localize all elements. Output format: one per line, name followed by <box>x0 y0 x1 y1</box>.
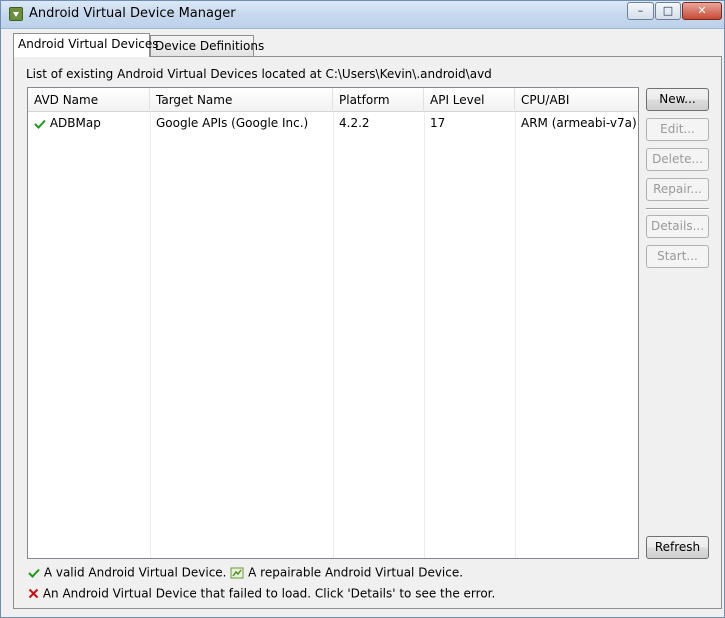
delete-button[interactable]: Delete... <box>646 148 709 171</box>
new-button[interactable]: New... <box>646 88 709 111</box>
legend-failed-text: An Android Virtual Device that failed to… <box>42 586 496 601</box>
cell-platform: 4.2.2 <box>339 116 370 130</box>
column-header-avd-name[interactable]: AVD Name <box>28 88 150 112</box>
details-button[interactable]: Details... <box>646 215 709 238</box>
legend-repairable-text: A repairable Android Virtual Device. <box>248 565 464 580</box>
avd-panel: List of existing Android Virtual Devices… <box>13 56 722 609</box>
start-button[interactable]: Start... <box>646 245 709 268</box>
refresh-button[interactable]: Refresh <box>646 536 709 559</box>
column-header-api-level[interactable]: API Level <box>424 88 515 112</box>
cell-target-name: Google APIs (Google Inc.) <box>156 116 309 130</box>
column-header-platform[interactable]: Platform <box>333 88 424 112</box>
cell-avd-name: ADBMap <box>28 112 150 134</box>
legend-row-failed: An Android Virtual Device that failed to… <box>28 586 495 601</box>
cell-cpu-abi: ARM (armeabi-v7a) <box>521 116 637 130</box>
table-header: AVD Name Target Name Platform API Level … <box>28 88 638 112</box>
repair-button[interactable]: Repair... <box>646 178 709 201</box>
window-title: Android Virtual Device Manager <box>29 6 236 21</box>
edit-button[interactable]: Edit... <box>646 118 709 141</box>
legend-valid-text: A valid Android Virtual Device. <box>43 565 227 580</box>
failed-x-icon <box>28 588 39 599</box>
valid-check-icon <box>28 568 40 578</box>
button-separator <box>646 208 709 210</box>
avd-name-text: ADBMap <box>49 116 101 130</box>
legend-row-valid-repairable: A valid Android Virtual Device. A repair… <box>28 565 463 580</box>
avd-table[interactable]: AVD Name Target Name Platform API Level … <box>27 87 639 559</box>
column-divider <box>424 112 425 558</box>
tab-device-definitions[interactable]: Device Definitions <box>150 35 264 56</box>
title-bar[interactable]: Android Virtual Device Manager – □ ✕ <box>1 1 724 29</box>
android-sdk-icon <box>9 7 23 21</box>
avd-manager-window: Android Virtual Device Manager – □ ✕ And… <box>0 0 725 618</box>
column-header-cpu-abi[interactable]: CPU/ABI <box>515 88 638 112</box>
minimize-button[interactable]: – <box>627 2 654 20</box>
maximize-button[interactable]: □ <box>655 2 681 20</box>
close-button[interactable]: ✕ <box>682 2 722 20</box>
table-row[interactable]: ADBMap Google APIs (Google Inc.) 4.2.2 1… <box>28 112 638 134</box>
column-header-target-name[interactable]: Target Name <box>150 88 333 112</box>
repairable-icon <box>230 566 244 580</box>
column-divider <box>515 112 516 558</box>
avd-location-label: List of existing Android Virtual Devices… <box>26 67 492 81</box>
cell-api-level: 17 <box>430 116 446 130</box>
valid-check-icon <box>34 119 46 129</box>
column-divider <box>150 112 151 558</box>
tab-android-virtual-devices[interactable]: Android Virtual Devices <box>13 33 159 57</box>
column-divider <box>333 112 334 558</box>
